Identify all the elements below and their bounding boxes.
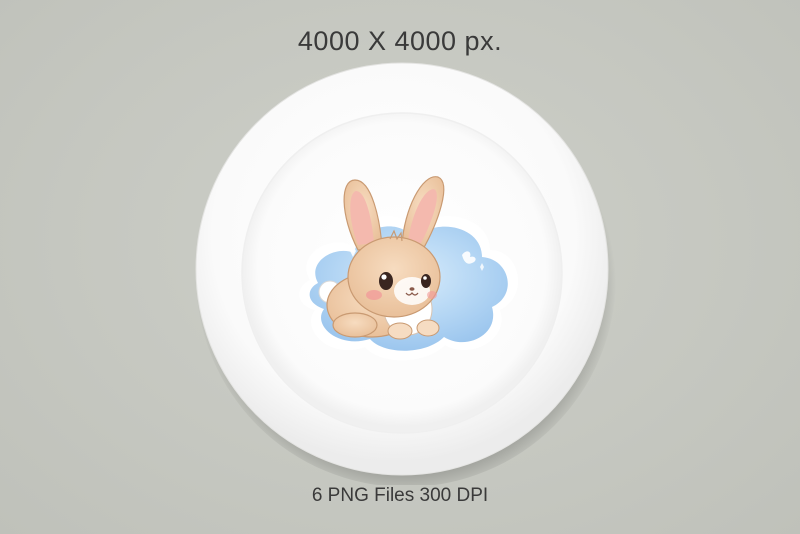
mockup-background: 4000 X 4000 px. 6 PNG Files 300 DPI — [0, 0, 800, 534]
eye-highlight — [423, 276, 427, 280]
eye-highlight — [381, 274, 387, 280]
bunny-cheek — [366, 290, 382, 300]
bunny-back-leg — [332, 312, 378, 338]
image-size-caption: 4000 X 4000 px. — [297, 26, 503, 56]
bunny-left-eye — [379, 272, 393, 290]
bunny-front-paw — [387, 322, 413, 340]
bunny-nose — [409, 287, 415, 291]
plate-illustration — [195, 62, 616, 485]
bunny-cheek — [427, 291, 437, 299]
bunny-front-paw — [416, 319, 440, 337]
plate — [190, 55, 620, 485]
bunny-right-eye — [421, 274, 431, 288]
file-info-caption: 6 PNG Files 300 DPI — [311, 485, 489, 506]
